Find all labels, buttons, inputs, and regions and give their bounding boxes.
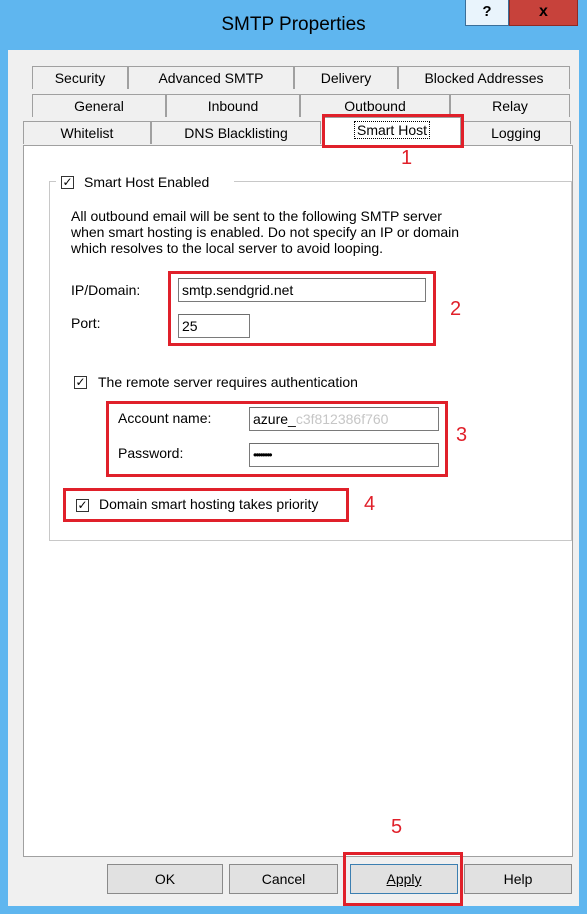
annotation-label-2: 2 <box>450 298 462 320</box>
smart-host-description-1: All outbound email will be sent to the f… <box>71 208 442 224</box>
annotation-box-5 <box>343 852 463 906</box>
smart-host-description-2: when smart hosting is enabled. Do not sp… <box>71 224 460 240</box>
help-title-button[interactable]: ? <box>465 0 509 26</box>
annotation-label-3: 3 <box>456 424 468 446</box>
help-button[interactable]: Help <box>464 864 572 894</box>
tab-relay[interactable]: Relay <box>450 94 570 117</box>
close-button[interactable]: x <box>509 0 578 26</box>
annotation-label-4: 4 <box>364 493 376 515</box>
tab-logging[interactable]: Logging <box>461 121 571 144</box>
port-label: Port: <box>71 315 101 331</box>
smart-host-enabled-label: Smart Host Enabled <box>84 174 210 190</box>
title-bar[interactable]: SMTP Properties ? x <box>0 0 587 50</box>
tab-advanced-smtp[interactable]: Advanced SMTP <box>128 66 294 89</box>
annotation-label-5: 5 <box>391 816 403 838</box>
tab-inbound[interactable]: Inbound <box>166 94 300 117</box>
annotation-box-1 <box>322 114 464 148</box>
smart-host-description-3: which resolves to the local server to av… <box>71 240 384 256</box>
remote-auth-checkbox[interactable]: ✓ <box>74 376 87 389</box>
annotation-label-1: 1 <box>401 147 413 169</box>
ip-domain-label: IP/Domain: <box>71 282 141 298</box>
tab-dns-blacklisting[interactable]: DNS Blacklisting <box>151 121 321 144</box>
annotation-box-2 <box>168 271 436 346</box>
tab-security[interactable]: Security <box>32 66 128 89</box>
priority-label: Domain smart hosting takes priority <box>99 496 319 512</box>
cancel-button[interactable]: Cancel <box>229 864 338 894</box>
ok-button[interactable]: OK <box>107 864 223 894</box>
remote-auth-label: The remote server requires authenticatio… <box>98 374 358 390</box>
smart-host-enabled-checkbox[interactable]: ✓ <box>61 176 74 189</box>
tab-general[interactable]: General <box>32 94 166 117</box>
smtp-properties-window: SMTP Properties ? x Security Advanced SM… <box>0 0 587 914</box>
tab-whitelist[interactable]: Whitelist <box>23 121 151 144</box>
tab-delivery[interactable]: Delivery <box>294 66 398 89</box>
priority-checkbox[interactable]: ✓ <box>76 499 89 512</box>
tab-blocked-addresses[interactable]: Blocked Addresses <box>398 66 570 89</box>
annotation-box-3 <box>106 401 448 477</box>
